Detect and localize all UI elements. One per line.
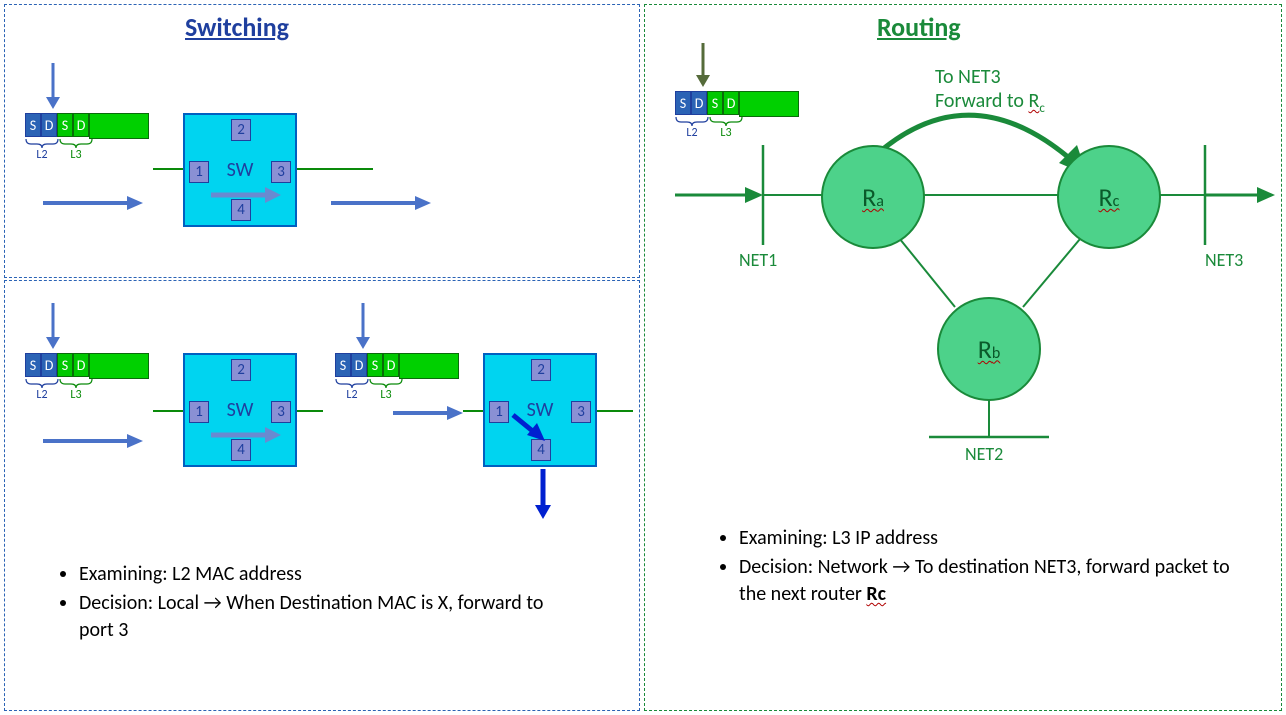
routing-panel: Routing S D S D L2 L3 To NET3 Forward to… xyxy=(644,4,1282,711)
pk-l3-dst: D xyxy=(73,353,89,377)
port-3: 3 xyxy=(271,161,291,183)
l2-label: L2 xyxy=(335,388,369,402)
pk-l2-dst: D xyxy=(41,353,57,377)
pk-l3-src: S xyxy=(57,353,73,377)
net2-label: NET2 xyxy=(965,443,1003,465)
bracket-l2: L2 xyxy=(335,379,369,402)
l3-label: L3 xyxy=(59,148,93,162)
pk-payload xyxy=(89,113,149,139)
routing-bullets: Examining: L3 IP address Decision: Netwo… xyxy=(715,525,1255,610)
arrow-right-icon xyxy=(211,425,281,445)
arrow-right-icon xyxy=(43,193,143,213)
bracket-l3: L3 xyxy=(59,379,93,402)
port-2: 2 xyxy=(231,359,251,381)
pk-payload xyxy=(399,353,459,379)
pk-l3-dst: D xyxy=(73,113,89,137)
bullet-examining: Examining: L3 IP address xyxy=(739,525,1255,552)
switch-icon: 2 1 3 4 SW xyxy=(483,353,597,467)
pk-l2-src: S xyxy=(25,113,41,137)
switch-label: SW xyxy=(227,398,254,422)
pk-l2-dst: D xyxy=(351,353,367,377)
pk-l3-src: S xyxy=(367,353,383,377)
arrow-right-icon xyxy=(211,185,281,205)
bracket-l2: L2 xyxy=(25,379,59,402)
packet-sw2a: S D S D xyxy=(25,353,149,379)
bracket-l3: L3 xyxy=(59,139,93,162)
l3-label: L3 xyxy=(59,388,93,402)
switch-icon: 2 1 3 4 SW xyxy=(183,353,297,467)
pk-l3-dst: D xyxy=(383,353,399,377)
pk-l3-src: S xyxy=(57,113,73,137)
arrow-right-icon xyxy=(43,431,143,451)
net1-label: NET1 xyxy=(739,249,777,271)
arrow-down-icon xyxy=(533,469,553,519)
l3-label: L3 xyxy=(369,388,403,402)
pk-payload xyxy=(89,353,149,379)
arrow-right-icon xyxy=(331,193,431,213)
router-c-icon: Rc xyxy=(1057,145,1161,249)
arrow-down-icon xyxy=(353,303,373,349)
arrow-right-icon xyxy=(393,403,463,423)
port-1: 1 xyxy=(489,401,509,423)
switch-icon: 2 1 3 4 SW xyxy=(183,113,297,227)
packet-sw1: S D S D xyxy=(25,113,149,139)
arrow-down-icon xyxy=(43,63,63,109)
router-b-icon: Rb xyxy=(937,297,1041,401)
bracket-l3: L3 xyxy=(369,379,403,402)
switching-bullets: Examining: L2 MAC address Decision: Loca… xyxy=(55,561,575,646)
port-3: 3 xyxy=(571,401,591,423)
port-2: 2 xyxy=(531,359,551,381)
port-3: 3 xyxy=(271,401,291,423)
switching-panel-bottom: S D S D L2 L3 2 1 3 4 SW S D S D xyxy=(4,280,640,711)
switching-title: Switching xyxy=(185,11,289,43)
arrow-diag-icon xyxy=(511,413,551,447)
arrow-down-icon xyxy=(43,303,63,349)
switch-label: SW xyxy=(227,158,254,182)
bullet-examining: Examining: L2 MAC address xyxy=(79,561,575,588)
net3-label: NET3 xyxy=(1205,249,1243,271)
topology-links xyxy=(645,5,1283,465)
l2-label: L2 xyxy=(25,148,59,162)
port-1: 1 xyxy=(189,401,209,423)
port-1: 1 xyxy=(189,161,209,183)
packet-sw2b: S D S D xyxy=(335,353,459,379)
switching-panel-top: Switching S D S D L2 L3 2 1 3 4 SW xyxy=(4,4,640,278)
bullet-decision: Decision: Network → To destination NET3,… xyxy=(739,554,1255,608)
port-2: 2 xyxy=(231,119,251,141)
bullet-decision: Decision: Local → When Destination MAC i… xyxy=(79,590,575,644)
pk-l2-src: S xyxy=(25,353,41,377)
bracket-l2: L2 xyxy=(25,139,59,162)
pk-l2-src: S xyxy=(335,353,351,377)
l2-label: L2 xyxy=(25,388,59,402)
pk-l2-dst: D xyxy=(41,113,57,137)
router-a-icon: Ra xyxy=(821,145,925,249)
